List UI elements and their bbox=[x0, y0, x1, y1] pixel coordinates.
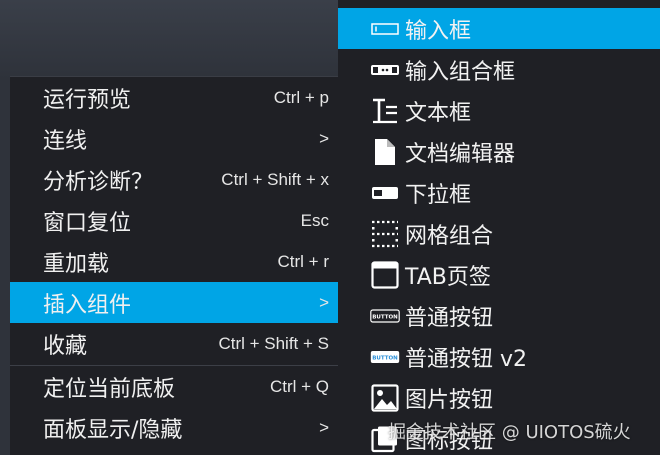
menu-item-panel-toggle[interactable]: 面板显示/隐藏 > bbox=[10, 407, 339, 448]
menu-item-run-preview[interactable]: 运行预览 Ctrl + p bbox=[10, 77, 339, 118]
submenu-item-grid[interactable]: 网格组合 bbox=[338, 213, 660, 254]
menu-item-shortcut: Ctrl + p bbox=[273, 87, 329, 107]
grid-icon bbox=[370, 219, 400, 249]
menu-item-reload[interactable]: 重加载 Ctrl + r bbox=[10, 241, 339, 282]
menu-item-shortcut: Ctrl + Shift + S bbox=[218, 333, 329, 353]
submenu-item-tab[interactable]: TAB页签 bbox=[338, 254, 660, 295]
document-icon bbox=[370, 137, 400, 167]
submenu-item-label: 图片按钮 bbox=[405, 387, 494, 413]
submenu-item-label: 下拉框 bbox=[405, 182, 472, 208]
submenu-item-document-editor[interactable]: 文档编辑器 bbox=[338, 131, 660, 172]
submenu-item-input-box[interactable]: 输入框 bbox=[338, 8, 660, 49]
menu-item-label: 窗口复位 bbox=[43, 210, 132, 236]
menu-item-shortcut: Esc bbox=[300, 210, 329, 230]
submenu-item-label: 文本框 bbox=[405, 100, 472, 126]
submenu-arrow: > bbox=[319, 417, 329, 437]
insert-component-submenu: 输入框 输入组合框 文本框 文档编辑器 下拉框 网格组合 TAB页签 BUTTO… bbox=[338, 0, 660, 455]
submenu-item-button[interactable]: BUTTON 普通按钮 bbox=[338, 295, 660, 336]
menu-item-insert-component[interactable]: 插入组件 > bbox=[10, 282, 339, 323]
submenu-arrow: > bbox=[319, 128, 329, 148]
menu-item-label: 面板显示/隐藏 bbox=[43, 417, 183, 443]
context-menu: 运行预览 Ctrl + p 连线 > 分析诊断？ Ctrl + Shift + … bbox=[10, 76, 339, 455]
dropdown-icon bbox=[370, 178, 400, 208]
button-v2-icon-text: BUTTON bbox=[372, 355, 398, 361]
menu-item-favorite[interactable]: 收藏 Ctrl + Shift + S bbox=[10, 323, 339, 364]
watermark: 掘金技术社区 @ UIOTOS硫火 bbox=[388, 422, 631, 443]
background-left bbox=[0, 80, 10, 455]
menu-item-connect[interactable]: 连线 > bbox=[10, 118, 339, 159]
input-combo-icon bbox=[370, 55, 400, 85]
menu-item-shortcut: Ctrl + Shift + x bbox=[221, 169, 329, 189]
menu-item-analyze[interactable]: 分析诊断？ Ctrl + Shift + x bbox=[10, 159, 339, 200]
menu-item-shortcut: Ctrl + r bbox=[277, 251, 329, 271]
submenu-item-label: 网格组合 bbox=[405, 223, 494, 249]
menu-item-locate-base[interactable]: 定位当前底板 Ctrl + Q bbox=[10, 366, 339, 407]
text-box-icon bbox=[370, 96, 400, 126]
submenu-item-label: 文档编辑器 bbox=[405, 141, 516, 167]
menu-item-label: 定位当前底板 bbox=[43, 376, 176, 402]
menu-item-shortcut: Ctrl + Q bbox=[269, 376, 329, 396]
submenu-item-label: 普通按钮 v2 bbox=[405, 346, 528, 372]
submenu-item-text-box[interactable]: 文本框 bbox=[338, 90, 660, 131]
menu-item-label: 分析诊断？ bbox=[43, 169, 154, 195]
tab-icon bbox=[370, 260, 400, 290]
input-box-icon bbox=[370, 14, 400, 44]
menu-item-label: 连线 bbox=[43, 128, 88, 154]
button-v2-icon: BUTTON bbox=[370, 342, 400, 372]
menu-item-label: 收藏 bbox=[43, 333, 88, 359]
submenu-item-label: TAB页签 bbox=[405, 264, 491, 290]
menu-item-label: 运行预览 bbox=[43, 87, 132, 113]
menu-item-label: 插入组件 bbox=[43, 292, 132, 318]
submenu-arrow: > bbox=[319, 292, 329, 312]
submenu-item-button-v2[interactable]: BUTTON 普通按钮 v2 bbox=[338, 336, 660, 377]
menu-item-label: 重加载 bbox=[43, 251, 110, 277]
submenu-item-label: 普通按钮 bbox=[405, 305, 494, 331]
submenu-item-image-button[interactable]: 图片按钮 bbox=[338, 377, 660, 418]
submenu-item-input-combo[interactable]: 输入组合框 bbox=[338, 49, 660, 90]
image-button-icon bbox=[370, 383, 400, 413]
button-icon-text: BUTTON bbox=[372, 314, 398, 320]
menu-item-reset-window[interactable]: 窗口复位 Esc bbox=[10, 200, 339, 241]
submenu-item-label: 输入框 bbox=[405, 18, 472, 44]
submenu-item-label: 输入组合框 bbox=[405, 59, 516, 85]
button-icon: BUTTON bbox=[370, 301, 400, 331]
submenu-item-dropdown[interactable]: 下拉框 bbox=[338, 172, 660, 213]
